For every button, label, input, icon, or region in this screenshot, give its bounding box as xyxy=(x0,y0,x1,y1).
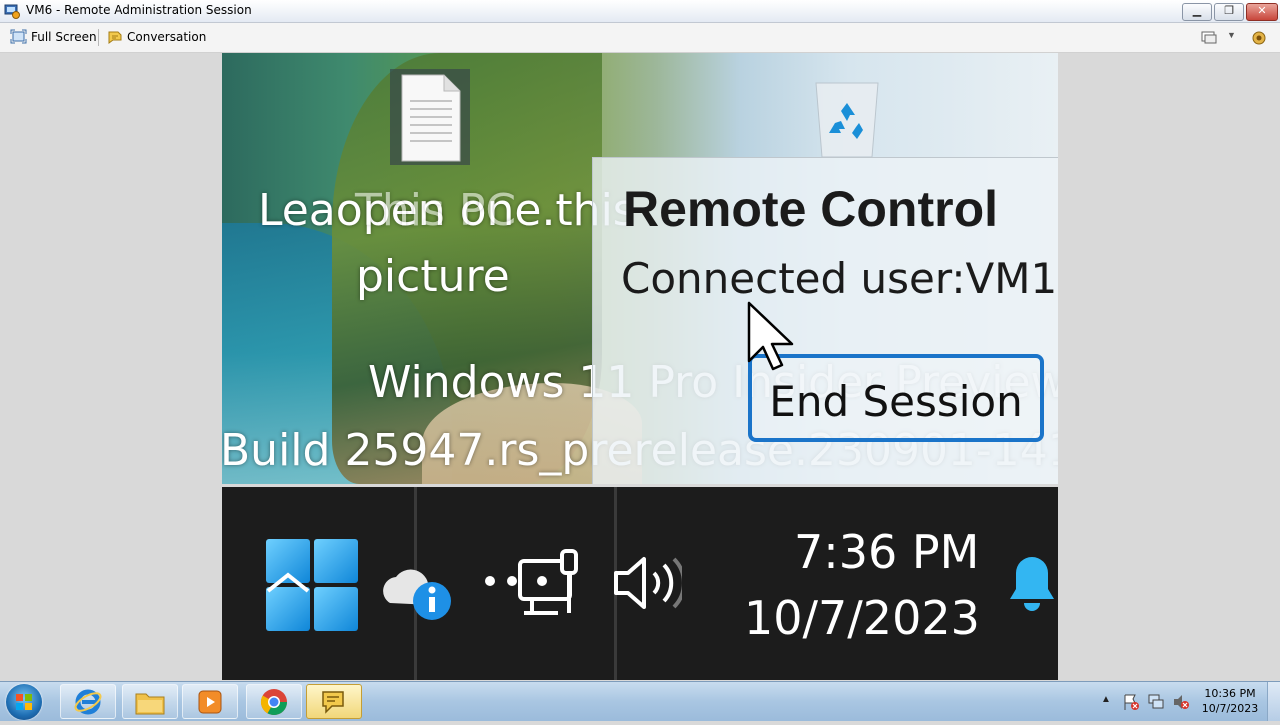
host-taskbar: ▲ 10:36 PM 10/7/2023 xyxy=(0,681,1280,721)
dropdown-icon[interactable]: ▼ xyxy=(1227,30,1236,40)
recycle-bin-icon[interactable] xyxy=(802,73,892,161)
volume-icon[interactable] xyxy=(612,553,682,613)
remote-control-title: Remote Control xyxy=(623,181,998,237)
conversation-button[interactable]: Conversation xyxy=(107,29,206,45)
desktop-icon-label-overlap: This PC xyxy=(355,185,517,236)
file-explorer-icon xyxy=(135,693,165,714)
remote-desktop-view[interactable]: Leaopen one.this This PC picture Windows… xyxy=(222,53,1058,680)
remote-clock-date: 10/7/2023 xyxy=(744,591,980,645)
full-screen-label: Full Screen xyxy=(31,29,97,44)
minimize-button[interactable]: ▁ xyxy=(1182,3,1212,21)
network-tray-icon[interactable] xyxy=(1147,693,1165,711)
connected-user-text: Connected user:VM1 xyxy=(621,254,1058,303)
chrome-button[interactable] xyxy=(246,684,302,719)
show-desktop-button[interactable] xyxy=(1267,682,1280,721)
chrome-icon xyxy=(260,688,288,715)
conversation-icon xyxy=(108,31,122,44)
restore-button[interactable]: ❐ xyxy=(1214,3,1244,21)
session-toolbar: Full Screen Conversation ▼ xyxy=(0,23,1280,53)
start-orb[interactable] xyxy=(6,684,42,720)
mouse-cursor-icon xyxy=(747,301,794,371)
windows-logo-icon xyxy=(16,694,32,710)
volume-muted-icon[interactable] xyxy=(1172,693,1190,711)
window-titlebar: VM6 - Remote Administration Session ▁ ❐ … xyxy=(0,0,1280,23)
close-button[interactable]: ✕ xyxy=(1246,3,1278,21)
toolbar-divider xyxy=(98,29,99,46)
host-clock[interactable]: 10:36 PM 10/7/2023 xyxy=(1200,686,1260,716)
start-icon[interactable] xyxy=(264,537,360,633)
onedrive-info-icon[interactable] xyxy=(382,559,454,621)
remote-clock-time: 7:36 PM xyxy=(794,525,980,579)
window-title: VM6 - Remote Administration Session xyxy=(26,3,252,17)
media-player-button[interactable] xyxy=(182,684,238,719)
remote-chat-button[interactable] xyxy=(306,684,362,719)
remote-taskbar: 7:36 PM 10/7/2023 xyxy=(222,487,1058,680)
document-icon[interactable] xyxy=(390,67,470,167)
desktop-icon-label-line2: picture xyxy=(356,251,510,302)
full-screen-button[interactable]: Full Screen xyxy=(10,29,97,44)
file-explorer-button[interactable] xyxy=(122,684,178,719)
host-clock-date: 10/7/2023 xyxy=(1201,702,1259,715)
internet-explorer-button[interactable] xyxy=(60,684,116,719)
internet-explorer-icon xyxy=(74,689,102,714)
notification-bell-icon[interactable] xyxy=(1006,553,1058,617)
settings-icon[interactable] xyxy=(1251,30,1267,46)
desktop-wallpaper[interactable]: Leaopen one.this This PC picture Windows… xyxy=(222,53,1058,484)
flag-icon[interactable] xyxy=(1122,693,1140,711)
network-icon[interactable] xyxy=(480,547,590,619)
fullscreen-icon xyxy=(10,29,27,44)
remote-control-panel: Remote Control Connected user:VM1 End Se… xyxy=(592,157,1058,484)
conversation-label: Conversation xyxy=(127,30,207,44)
host-clock-time: 10:36 PM xyxy=(1204,687,1256,700)
app-icon xyxy=(4,4,20,19)
media-player-icon xyxy=(198,690,222,713)
monitor-icon[interactable] xyxy=(1201,31,1217,45)
show-hidden-icons[interactable]: ▲ xyxy=(1101,694,1111,705)
remote-chat-icon xyxy=(322,690,344,714)
